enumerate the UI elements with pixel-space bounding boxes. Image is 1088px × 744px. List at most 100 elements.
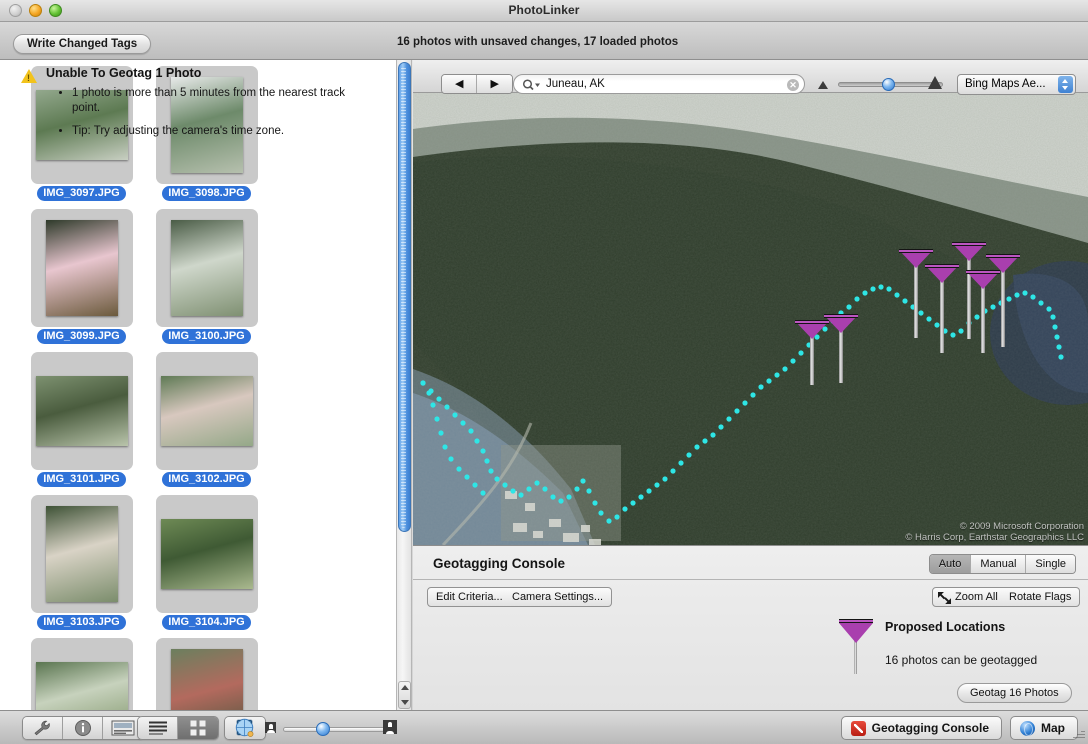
photo-cell[interactable]: IMG_3099.JPG — [22, 209, 141, 344]
globe-icon — [1020, 720, 1035, 736]
photo-thumbnail[interactable] — [160, 376, 253, 446]
photo-filename[interactable]: IMG_3097.JPG — [37, 186, 126, 201]
info-icon[interactable] — [63, 717, 103, 739]
console-title: Geotagging Console — [433, 556, 566, 571]
scroll-up-icon[interactable] — [401, 685, 409, 690]
geotag-photos-button[interactable]: Geotag 16 Photos — [957, 683, 1072, 703]
map-search-value[interactable]: Juneau, AK — [546, 78, 605, 90]
camera-settings-button[interactable]: Camera Settings... — [504, 587, 613, 607]
photo-filename[interactable]: IMG_3101.JPG — [37, 472, 126, 487]
photo-thumbnail-box[interactable] — [30, 638, 133, 710]
console-divider — [413, 579, 1088, 580]
photo-cell[interactable]: IMG_3105.JPG — [22, 638, 141, 710]
photo-browser-scrollbar[interactable] — [396, 60, 412, 710]
thumb-slider-knob[interactable] — [316, 722, 331, 736]
photo-filename[interactable]: IMG_3103.JPG — [37, 615, 126, 630]
wrench-glyph — [33, 720, 50, 736]
zoom-out-icon[interactable] — [818, 81, 828, 89]
globe-select-icon[interactable] — [225, 717, 265, 739]
map-search-field[interactable]: Juneau, AK ✕ — [513, 74, 805, 94]
photo-thumbnail-box[interactable] — [155, 638, 258, 710]
thumb-slider-track[interactable] — [283, 727, 387, 732]
zoom-all-label: Zoom All — [955, 591, 998, 603]
globe-select-glyph — [235, 718, 254, 737]
map-label: Map — [1041, 721, 1065, 735]
photo-thumbnail[interactable] — [170, 649, 243, 710]
warning-bullet: Tip: Try adjusting the camera's time zon… — [72, 124, 360, 139]
magnifier-icon[interactable] — [522, 78, 544, 92]
geotagging-console-label: Geotagging Console — [871, 721, 989, 735]
photo-thumbnail-box[interactable] — [30, 495, 133, 613]
proposed-locations-subtitle: 16 photos can be geotagged — [885, 653, 1038, 667]
write-changed-tags-button[interactable]: Write Changed Tags — [13, 34, 152, 54]
photo-filename[interactable]: IMG_3098.JPG — [162, 186, 251, 201]
chevron-updown-icon[interactable] — [1058, 76, 1073, 93]
photo-cell[interactable]: IMG_3100.JPG — [147, 209, 266, 344]
edit-criteria-button[interactable]: Edit Criteria... — [427, 587, 512, 607]
photo-browser[interactable]: IMG_3097.JPG IMG_3098.JPG IMG_3099.JPG IMG_… — [0, 60, 396, 710]
warning-triangle-icon — [21, 69, 37, 83]
photo-grid: IMG_3097.JPG IMG_3098.JPG IMG_3099.JPG IMG_… — [0, 60, 396, 710]
scrollbar-thumb[interactable] — [398, 62, 411, 532]
photo-cell[interactable]: IMG_3103.JPG — [22, 495, 141, 630]
photo-thumbnail-box[interactable] — [30, 352, 133, 470]
photo-thumbnail-box[interactable] — [155, 352, 258, 470]
scrollbar-arrows[interactable] — [398, 681, 411, 709]
photo-thumbnail[interactable] — [170, 220, 243, 316]
geotagging-console-button[interactable]: Geotagging Console — [840, 716, 1002, 740]
photo-thumbnail[interactable] — [35, 662, 128, 710]
console-mode-auto[interactable]: Auto — [929, 555, 972, 573]
photo-thumbnail-box[interactable] — [30, 209, 133, 327]
window-title: PhotoLinker — [508, 3, 580, 17]
status-text: 16 photos with unsaved changes, 17 loade… — [397, 36, 679, 48]
info-glyph — [74, 720, 91, 736]
photo-cell[interactable]: IMG_3106.JPG — [147, 638, 266, 710]
console-mode-segments[interactable]: Auto Manual Single — [928, 554, 1076, 574]
list-view-icon[interactable] — [138, 717, 178, 739]
list-view-glyph — [148, 721, 167, 735]
zoom-all-button[interactable]: Zoom All — [932, 587, 1007, 607]
photo-cell[interactable]: IMG_3104.JPG — [147, 495, 266, 630]
map-attribution: © 2009 Microsoft Corporation © Harris Co… — [905, 521, 1084, 543]
photo-thumbnail-box[interactable] — [155, 209, 258, 327]
bottom-right-buttons: Geotagging Console Map — [840, 716, 1078, 740]
map-type-popup-button[interactable]: Bing Maps Ae... — [957, 74, 1076, 95]
map-select-group[interactable] — [224, 716, 266, 740]
grid-view-icon[interactable] — [178, 717, 218, 739]
view-mode-group[interactable] — [137, 716, 219, 740]
bottom-toolbar: Geotagging Console Map — [0, 710, 1088, 744]
photo-thumbnail[interactable] — [45, 220, 118, 316]
photo-filename[interactable]: IMG_3102.JPG — [162, 472, 251, 487]
proposed-locations-title: Proposed Locations — [885, 620, 1006, 634]
large-photo-icon — [383, 720, 397, 734]
map-back-button[interactable]: ◀ — [442, 75, 478, 93]
small-photo-icon — [265, 722, 276, 733]
photo-filename[interactable]: IMG_3104.JPG — [162, 615, 251, 630]
warning-bullet-list: 1 photo is more than 5 minutes from the … — [60, 86, 360, 147]
resize-grip[interactable] — [1072, 729, 1085, 742]
wrench-icon[interactable] — [23, 717, 63, 739]
photo-cell[interactable]: IMG_3101.JPG — [22, 352, 141, 487]
photo-cell[interactable]: IMG_3102.JPG — [147, 352, 266, 487]
photo-filename[interactable]: IMG_3099.JPG — [37, 329, 126, 344]
zoom-in-icon[interactable] — [928, 76, 942, 89]
photo-thumbnail[interactable] — [160, 519, 253, 589]
console-mode-manual[interactable]: Manual — [971, 555, 1027, 573]
photo-thumbnail[interactable] — [45, 506, 118, 602]
search-clear-icon[interactable]: ✕ — [787, 79, 799, 91]
tool-button-group[interactable] — [22, 716, 144, 740]
photo-filename[interactable]: IMG_3100.JPG — [162, 329, 251, 344]
rotate-flags-button[interactable]: Rotate Flags — [1001, 587, 1081, 607]
map-type-label: Bing Maps Ae... — [965, 78, 1046, 90]
scroll-down-icon[interactable] — [401, 700, 409, 705]
map-canvas[interactable]: © 2009 Microsoft Corporation © Harris Co… — [413, 93, 1088, 545]
photo-thumbnail-box[interactable] — [155, 495, 258, 613]
photo-thumbnail[interactable] — [35, 376, 128, 446]
map-forward-button[interactable]: ▶ — [477, 75, 512, 93]
thumbnail-size-slider[interactable] — [283, 722, 387, 736]
map-button[interactable]: Map — [1010, 716, 1078, 740]
console-mode-single[interactable]: Single — [1026, 555, 1075, 573]
metadata-glyph — [111, 720, 135, 736]
map-nav-buttons[interactable]: ◀ ▶ — [441, 74, 513, 94]
proposed-location-flag-icon — [838, 619, 878, 676]
